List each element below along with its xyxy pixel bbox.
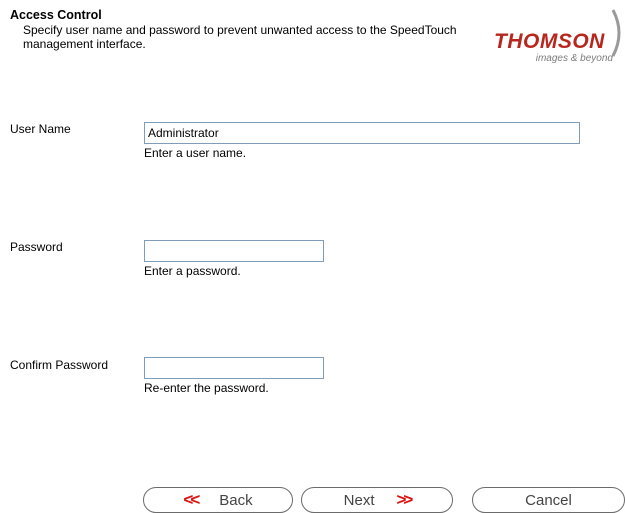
confirm-password-label: Confirm Password [10,358,109,372]
password-label: Password [10,240,63,254]
back-button[interactable]: << Back [143,487,293,513]
cancel-button-label: Cancel [525,491,572,509]
logo-arc-icon [611,9,621,57]
page-title: Access Control [10,8,102,22]
next-arrow-icon: >> [396,490,413,509]
next-button-label: Next [343,491,375,509]
back-arrow-icon: << [183,490,200,509]
username-label: User Name [10,122,71,136]
logo-brand: THOMSON [494,30,605,53]
page-description: Specify user name and password to preven… [23,23,457,51]
confirm-password-input[interactable] [144,357,324,379]
username-input[interactable] [144,122,580,144]
cancel-button[interactable]: Cancel [472,487,625,513]
thomson-logo: THOMSON images & beyond [488,8,625,68]
next-button[interactable]: Next >> [301,487,453,513]
username-hint: Enter a user name. [144,146,247,160]
password-input[interactable] [144,240,324,262]
password-hint: Enter a password. [144,264,241,278]
confirm-password-hint: Re-enter the password. [144,381,269,395]
logo-tagline: images & beyond [535,53,613,64]
back-button-label: Back [219,491,253,509]
